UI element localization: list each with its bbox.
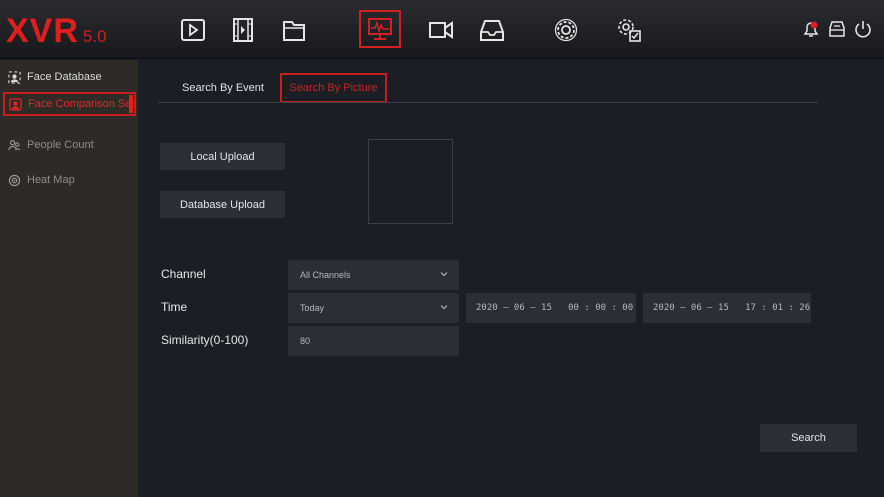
xvr-window: XVR 5.0 Face Database Face Comparison Se…	[0, 0, 884, 497]
sidebar-item-label: Face Comparison Search	[28, 98, 136, 110]
sidebar-item-label: Face Database	[27, 71, 102, 83]
main-panel: Search By Event Search By Picture Local …	[138, 60, 884, 497]
people-count-icon	[7, 138, 21, 152]
sidebar-item-label: People Count	[27, 139, 94, 151]
power-icon[interactable]	[852, 18, 874, 40]
logo-version: 5.0	[82, 27, 107, 46]
chevron-down-icon	[440, 272, 448, 277]
search-button[interactable]: Search	[760, 424, 857, 452]
time-select[interactable]: Today	[288, 293, 459, 323]
sidebar-item-face-database[interactable]: Face Database	[0, 65, 138, 89]
heat-map-icon	[7, 173, 21, 187]
ai-monitor-icon[interactable]	[359, 10, 401, 48]
folder-icon[interactable]	[276, 13, 312, 47]
video-clip-icon[interactable]	[225, 13, 261, 47]
similarity-input[interactable]: 80	[288, 326, 459, 356]
gear-icon[interactable]	[548, 13, 584, 47]
face-database-icon	[7, 70, 21, 84]
backup-icon[interactable]	[826, 18, 848, 40]
tab-divider	[158, 102, 818, 103]
local-upload-button[interactable]: Local Upload	[160, 143, 285, 170]
similarity-label: Similarity(0-100)	[161, 333, 249, 347]
picture-preview	[368, 139, 453, 224]
database-upload-button[interactable]: Database Upload	[160, 191, 285, 218]
logo: XVR 5.0	[6, 11, 107, 51]
time-value: Today	[300, 303, 325, 313]
playback-icon[interactable]	[175, 13, 211, 47]
face-search-icon	[8, 97, 22, 111]
sidebar-item-label: Heat Map	[27, 174, 75, 186]
start-time-input[interactable]: 2020 – 06 – 15 00 : 00 : 00	[466, 293, 636, 323]
alarm-bell-icon[interactable]	[800, 18, 822, 40]
channel-select[interactable]: All Channels	[288, 260, 459, 290]
sidebar-item-face-comparison-search[interactable]: Face Comparison Search	[3, 92, 136, 116]
similarity-value: 80	[300, 336, 311, 346]
chevron-down-icon	[440, 305, 448, 310]
camera-icon[interactable]	[423, 13, 459, 47]
sidebar-item-heat-map[interactable]: Heat Map	[0, 168, 138, 192]
top-bar: XVR 5.0	[0, 0, 884, 59]
sidebar-item-people-count[interactable]: People Count	[0, 133, 138, 157]
tab-search-by-picture[interactable]: Search By Picture	[280, 73, 387, 103]
tab-search-by-event[interactable]: Search By Event	[168, 73, 278, 103]
channel-value: All Channels	[300, 270, 351, 280]
channel-label: Channel	[161, 267, 206, 281]
logo-brand: XVR	[6, 12, 79, 50]
storage-icon[interactable]	[474, 13, 510, 47]
sidebar: Face Database Face Comparison Search Peo…	[0, 60, 138, 497]
system-gear-icon[interactable]	[611, 13, 647, 47]
time-label: Time	[161, 300, 188, 314]
end-time-input[interactable]: 2020 – 06 – 15 17 : 01 : 26	[643, 293, 811, 323]
